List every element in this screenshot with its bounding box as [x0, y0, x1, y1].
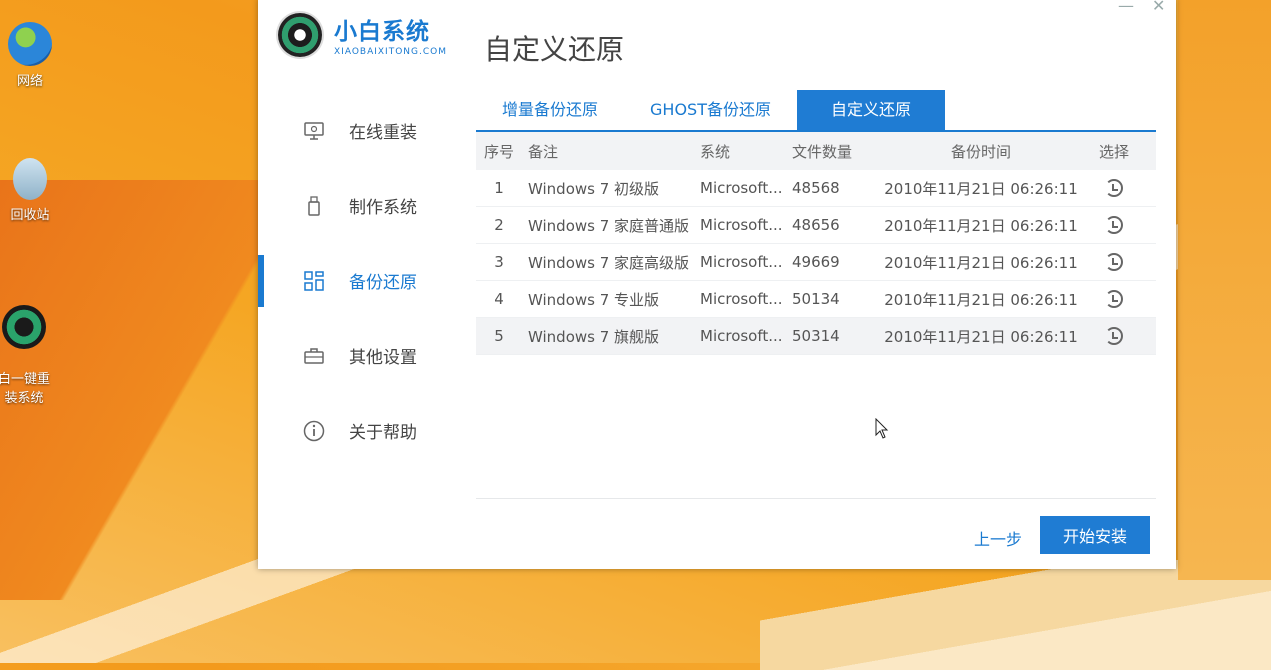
xiaobai-app-icon [2, 305, 46, 349]
close-button[interactable]: ✕ [1152, 0, 1165, 15]
page-title: 自定义还原 [484, 33, 625, 66]
backup-table: 序号 备注 系统 文件数量 备份时间 选择 1 Windows 7 初级版 Mi… [476, 132, 1156, 355]
brand-subtitle: XIAOBAIXITONG.COM [334, 47, 447, 57]
recycle-bin-icon [13, 158, 47, 200]
desktop-icon-label: 网络 [16, 74, 43, 89]
sidebar-item-label: 制作系统 [349, 198, 417, 218]
cell-note: Windows 7 旗舰版 [528, 327, 660, 346]
sidebar-item-about-help[interactable]: 关于帮助 [258, 393, 468, 468]
desktop-icon-network[interactable]: 网络 [0, 22, 60, 89]
sidebar-item-backup-restore[interactable]: 备份还原 [258, 243, 468, 318]
cell-note: Windows 7 家庭普通版 [528, 216, 690, 235]
cell-system: Microsoft... [700, 290, 783, 308]
column-header: 序号 [483, 142, 514, 161]
desktop-icon-xiaobai[interactable]: 白一键重 装系统 [0, 290, 54, 421]
table-row[interactable]: 4 Windows 7 专业版 Microsoft... 50134 2010年… [476, 281, 1156, 318]
desktop-icon-label: 白一键重 装系统 [0, 372, 50, 406]
cell-time: 2010年11月21日 06:26:11 [884, 179, 1078, 198]
column-header: 文件数量 [792, 142, 853, 161]
table-row[interactable]: 2 Windows 7 家庭普通版 Microsoft... 48656 201… [476, 207, 1156, 244]
cell-time: 2010年11月21日 06:26:11 [884, 327, 1078, 346]
usb-drive-icon [303, 195, 325, 217]
cell-no: 2 [494, 216, 504, 234]
restore-icon[interactable] [1105, 253, 1123, 272]
table-header: 序号 备注 系统 文件数量 备份时间 选择 [476, 132, 1156, 170]
cell-system: Microsoft... [700, 216, 783, 234]
column-header: 备份时间 [950, 142, 1011, 161]
tab-ghost-restore[interactable]: GHOST备份还原 [624, 90, 797, 130]
table-row[interactable]: 1 Windows 7 初级版 Microsoft... 48568 2010年… [476, 170, 1156, 207]
cell-no: 5 [494, 327, 504, 345]
cell-no: 3 [494, 253, 504, 271]
wallpaper-shape [1178, 0, 1271, 580]
sidebar-item-other-settings[interactable]: 其他设置 [258, 318, 468, 393]
desktop-icon-recycle-bin[interactable]: 回收站 [0, 158, 60, 223]
sidebar-item-label: 关于帮助 [349, 423, 417, 443]
app-window: — ✕ 小白系统 XIAOBAIXITONG.COM 在线重装 制作系统 备份还… [258, 0, 1176, 569]
sidebar-item-label: 其他设置 [349, 348, 417, 368]
footer-divider [476, 498, 1156, 499]
start-install-button[interactable]: 开始安装 [1040, 516, 1150, 554]
tab-incremental-restore[interactable]: 增量备份还原 [476, 90, 624, 130]
monitor-icon [303, 120, 325, 142]
network-globe-icon [8, 22, 52, 66]
column-header: 备注 [528, 142, 559, 161]
sidebar-item-make-system[interactable]: 制作系统 [258, 168, 468, 243]
previous-step-button[interactable]: 上一步 [974, 526, 1022, 550]
cell-system: Microsoft... [700, 253, 783, 271]
tab-bar: 增量备份还原 GHOST备份还原 自定义还原 [476, 90, 1156, 132]
cell-count: 48656 [792, 216, 840, 234]
cell-count: 50314 [792, 327, 840, 345]
minimize-button[interactable]: — [1118, 0, 1134, 15]
brand-logo-icon [278, 12, 322, 57]
restore-icon[interactable] [1105, 290, 1123, 309]
cell-note: Windows 7 专业版 [528, 290, 660, 309]
sidebar-item-label: 备份还原 [349, 273, 417, 293]
cell-note: Windows 7 家庭高级版 [528, 253, 690, 272]
info-icon [303, 420, 325, 442]
table-row[interactable]: 3 Windows 7 家庭高级版 Microsoft... 49669 201… [476, 244, 1156, 281]
cell-count: 50134 [792, 290, 840, 308]
cell-time: 2010年11月21日 06:26:11 [884, 253, 1078, 272]
restore-icon[interactable] [1105, 327, 1123, 346]
desktop-icon-label: 回收站 [10, 208, 50, 223]
table-row[interactable]: 5 Windows 7 旗舰版 Microsoft... 50314 2010年… [476, 318, 1156, 355]
cell-note: Windows 7 初级版 [528, 179, 660, 198]
cell-system: Microsoft... [700, 179, 783, 197]
cell-time: 2010年11月21日 06:26:11 [884, 290, 1078, 309]
restore-icon[interactable] [1105, 179, 1123, 198]
cell-count: 48568 [792, 179, 840, 197]
restore-icon[interactable] [1105, 216, 1123, 235]
sidebar-nav: 在线重装 制作系统 备份还原 其他设置 关于帮助 [258, 93, 468, 468]
cell-system: Microsoft... [700, 327, 783, 345]
cell-no: 4 [494, 290, 504, 308]
briefcase-icon [303, 345, 325, 367]
brand-name: 小白系统 [334, 19, 430, 45]
cell-no: 1 [494, 179, 504, 197]
brand: 小白系统 XIAOBAIXITONG.COM [278, 12, 447, 57]
tab-custom-restore[interactable]: 自定义还原 [796, 90, 945, 130]
column-header: 选择 [1098, 142, 1129, 161]
sidebar-item-online-reinstall[interactable]: 在线重装 [258, 93, 468, 168]
grid-icon [303, 270, 325, 292]
cell-time: 2010年11月21日 06:26:11 [884, 216, 1078, 235]
cell-count: 49669 [792, 253, 840, 271]
sidebar-item-label: 在线重装 [349, 123, 417, 143]
column-header: 系统 [700, 142, 731, 161]
